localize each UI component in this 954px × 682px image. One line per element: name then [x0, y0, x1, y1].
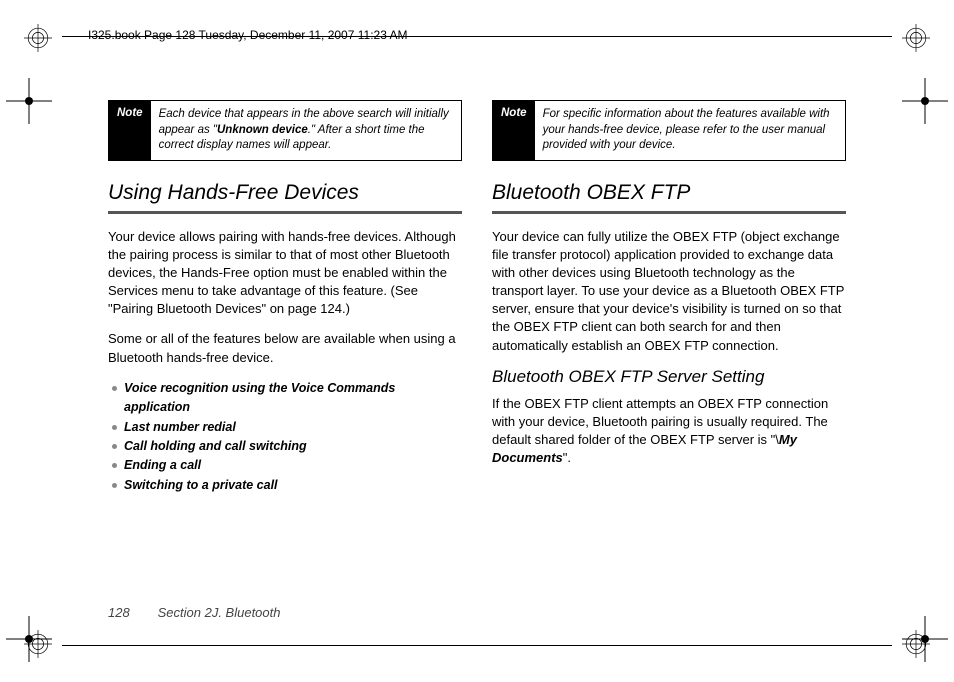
- list-item: Call holding and call switching: [112, 437, 462, 456]
- note-box: Note Each device that appears in the abo…: [108, 100, 462, 161]
- page-number: 128: [108, 605, 154, 620]
- crop-line: [62, 645, 892, 646]
- body-paragraph: If the OBEX FTP client attempts an OBEX …: [492, 395, 846, 468]
- feature-list: Voice recognition using the Voice Comman…: [108, 379, 462, 495]
- crop-crosshair-icon: [902, 616, 948, 662]
- section-heading-hands-free: Using Hands-Free Devices: [108, 181, 462, 205]
- page-footer: 128 Section 2J. Bluetooth: [108, 605, 280, 620]
- registration-mark-icon: [24, 24, 52, 52]
- list-item: Ending a call: [112, 456, 462, 475]
- subsection-heading-server-setting: Bluetooth OBEX FTP Server Setting: [492, 367, 846, 387]
- crop-crosshair-icon: [6, 78, 52, 124]
- registration-mark-icon: [902, 24, 930, 52]
- right-column: Note For specific information about the …: [492, 100, 846, 594]
- list-item: Voice recognition using the Voice Comman…: [112, 379, 462, 418]
- footer-section-label: Section 2J. Bluetooth: [158, 605, 281, 620]
- list-item: Switching to a private call: [112, 476, 462, 495]
- body-paragraph: Your device can fully utilize the OBEX F…: [492, 228, 846, 355]
- list-item: Last number redial: [112, 418, 462, 437]
- crop-crosshair-icon: [902, 78, 948, 124]
- crop-crosshair-icon: [6, 616, 52, 662]
- page-content: Note Each device that appears in the abo…: [108, 100, 846, 594]
- heading-rule: [108, 211, 462, 214]
- body-paragraph: Some or all of the features below are av…: [108, 330, 462, 366]
- note-box: Note For specific information about the …: [492, 100, 846, 161]
- note-label: Note: [109, 101, 151, 160]
- heading-rule: [492, 211, 846, 214]
- note-text: Each device that appears in the above se…: [151, 101, 461, 160]
- body-text-post: ".: [563, 450, 571, 465]
- body-text-pre: If the OBEX FTP client attempts an OBEX …: [492, 396, 828, 447]
- note-text: For specific information about the featu…: [535, 101, 845, 160]
- section-heading-obex-ftp: Bluetooth OBEX FTP: [492, 181, 846, 205]
- note-label: Note: [493, 101, 535, 160]
- body-paragraph: Your device allows pairing with hands-fr…: [108, 228, 462, 319]
- document-header-info: I325.book Page 128 Tuesday, December 11,…: [88, 28, 408, 42]
- left-column: Note Each device that appears in the abo…: [108, 100, 462, 594]
- note-text-bold: Unknown device: [217, 124, 308, 136]
